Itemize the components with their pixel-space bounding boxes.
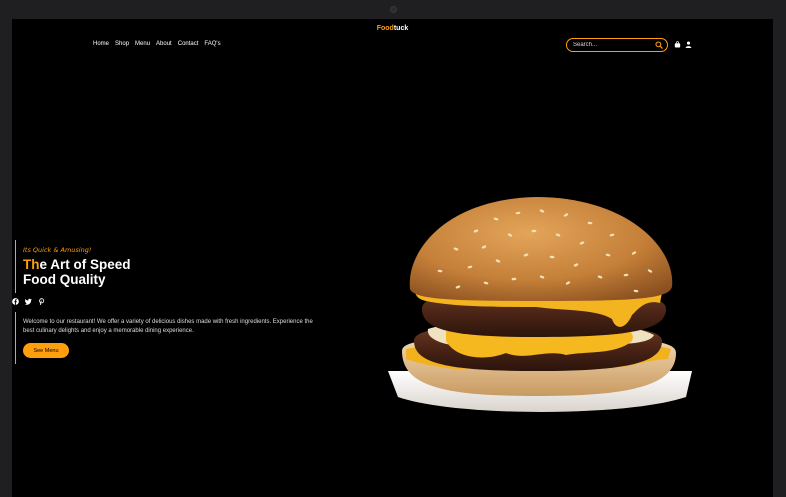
nav-home[interactable]: Home bbox=[93, 41, 109, 47]
pinterest-icon[interactable] bbox=[38, 298, 45, 305]
twitter-icon[interactable] bbox=[25, 298, 32, 305]
description-accent-bar bbox=[15, 312, 16, 364]
brand-logo-part1: Food bbox=[376, 25, 394, 32]
browser-viewport: Foodtuck Home Shop Menu About Contact FA… bbox=[12, 19, 773, 497]
nav-shop[interactable]: Shop bbox=[115, 41, 129, 47]
search-box bbox=[566, 38, 668, 52]
nav-menu[interactable]: Menu bbox=[135, 41, 150, 47]
shopping-bag-icon[interactable] bbox=[674, 41, 681, 48]
brand-logo[interactable]: Foodtuck bbox=[12, 25, 773, 32]
social-links bbox=[12, 298, 45, 305]
hero-title: The Art of Speed Food Quality bbox=[23, 257, 131, 287]
main-nav: Home Shop Menu About Contact FAQ's bbox=[93, 41, 221, 47]
hero-title-line2: Food Quality bbox=[23, 272, 106, 287]
user-icon[interactable] bbox=[685, 41, 692, 48]
search-icon[interactable] bbox=[655, 41, 663, 49]
hero-description: Welcome to our restaurant! We offer a va… bbox=[23, 319, 313, 334]
hero-accent-bar bbox=[15, 240, 16, 293]
hero-title-line1: e Art of Speed bbox=[39, 257, 131, 272]
brand-logo-part2: tuck bbox=[393, 25, 409, 32]
nav-faqs[interactable]: FAQ's bbox=[204, 41, 220, 47]
nav-about[interactable]: About bbox=[156, 41, 172, 47]
see-menu-button[interactable]: See Menu bbox=[23, 343, 69, 358]
hero-tagline: Its Quick & Amusing! bbox=[23, 246, 92, 254]
burger-image bbox=[388, 197, 692, 412]
camera-dot bbox=[390, 6, 397, 13]
search-input[interactable] bbox=[573, 40, 653, 50]
hero-title-highlight: Th bbox=[23, 257, 40, 272]
nav-contact[interactable]: Contact bbox=[178, 41, 199, 47]
facebook-icon[interactable] bbox=[12, 298, 19, 305]
